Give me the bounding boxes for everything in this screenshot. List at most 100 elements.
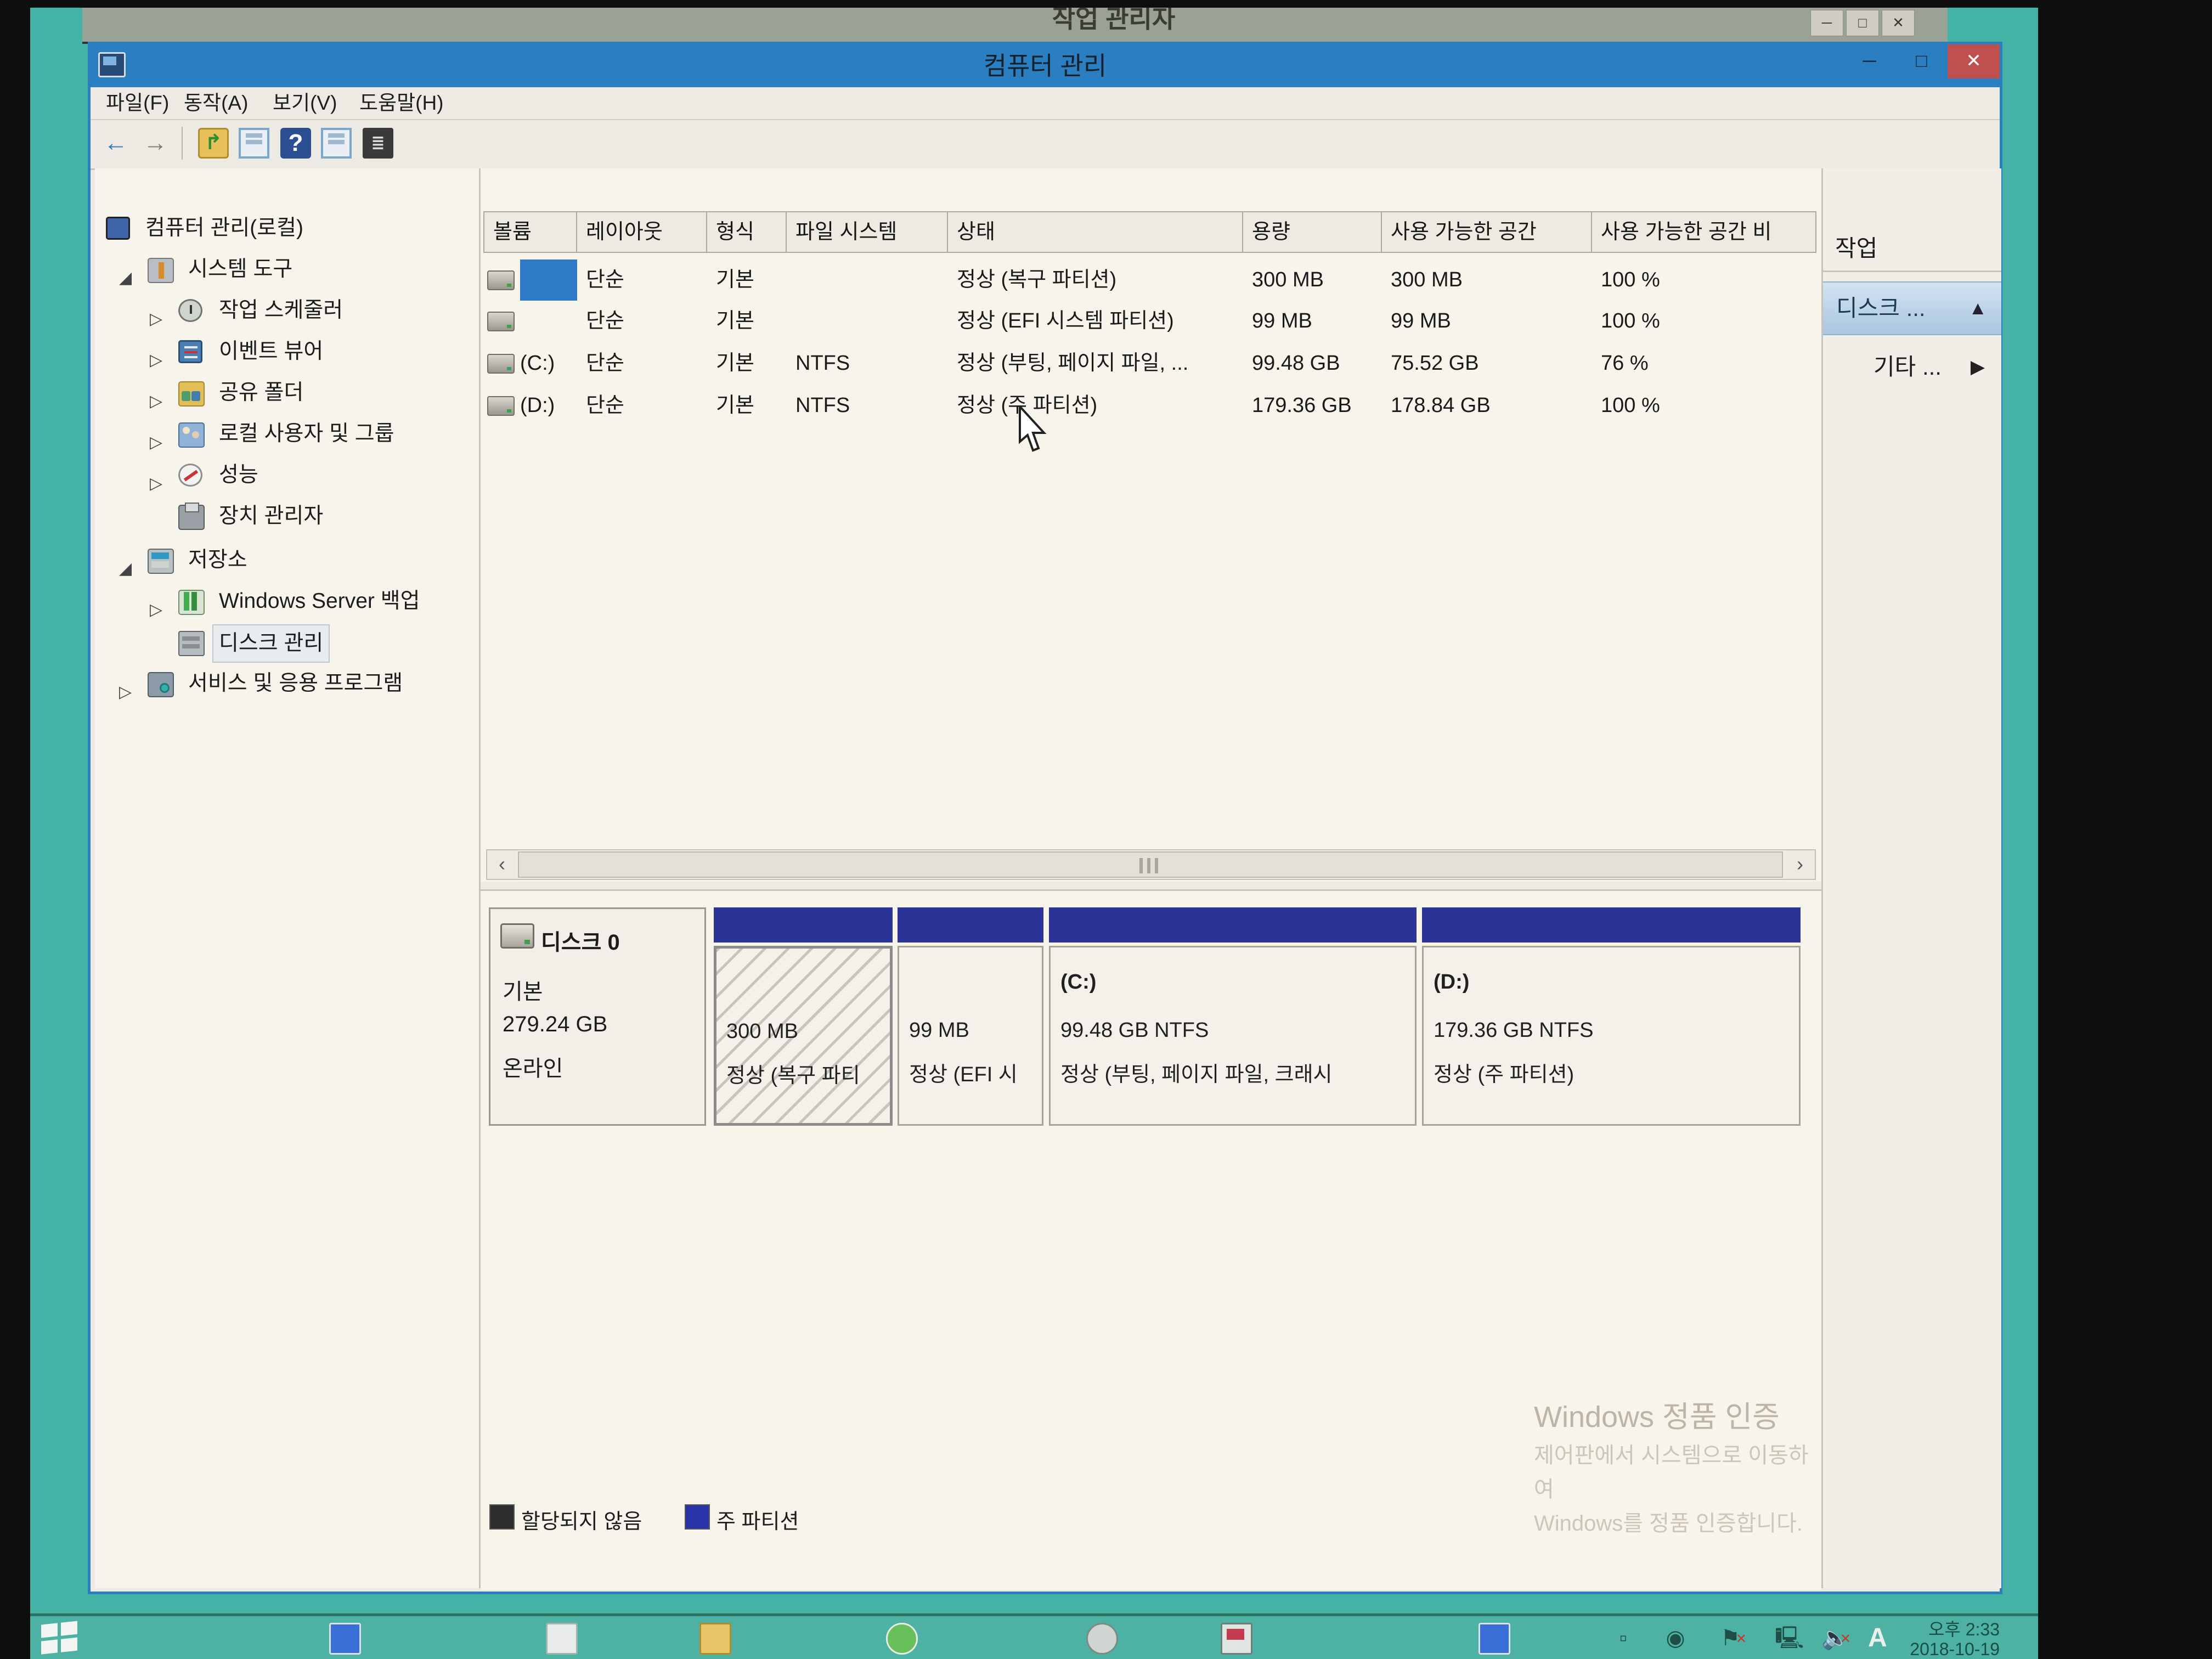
expander-icon[interactable]: ▷ bbox=[150, 466, 162, 502]
partition-body-selected[interactable]: 300 MB 정상 (복구 파티 bbox=[714, 946, 893, 1126]
disk-management-icon bbox=[178, 631, 205, 656]
col-filesystem[interactable]: 파일 시스템 bbox=[787, 211, 948, 253]
volume-muted-icon[interactable]: 🔈 bbox=[1821, 1625, 1848, 1651]
sidebar-item-storage[interactable]: ◢ 저장소 bbox=[95, 542, 479, 578]
taskbar-settings-app-icon[interactable] bbox=[1086, 1623, 1118, 1655]
bg-minimize-button[interactable]: ─ bbox=[1810, 10, 1843, 36]
volume-row-recovery[interactable]: 단순 기본 정상 (복구 파티션) 300 MB 300 MB 100 % bbox=[481, 259, 1819, 301]
volume-row-d[interactable]: (D:) 단순 기본 NTFS 정상 (주 파티션) 179.36 GB 178… bbox=[481, 385, 1819, 426]
partition-recovery[interactable]: 300 MB 정상 (복구 파티 bbox=[714, 907, 893, 1126]
console-tree-icon[interactable] bbox=[239, 128, 269, 159]
forward-icon[interactable]: → bbox=[140, 128, 171, 159]
scrollbar-thumb[interactable] bbox=[518, 851, 1783, 878]
sidebar-item-local-users-groups[interactable]: ▷ 로컬 사용자 및 그룹 bbox=[95, 416, 479, 452]
minimize-button[interactable]: ─ bbox=[1843, 44, 1895, 78]
sidebar-item-windows-server-backup[interactable]: ▷ Windows Server 백업 bbox=[95, 583, 479, 619]
export-list-icon[interactable]: ≣ bbox=[363, 128, 393, 159]
sidebar-item-task-scheduler[interactable]: ▷ 작업 스케줄러 bbox=[95, 292, 479, 329]
close-button[interactable]: ✕ bbox=[1948, 44, 2000, 78]
menu-view[interactable]: 보기(V) bbox=[267, 87, 342, 119]
menu-action[interactable]: 동작(A) bbox=[178, 87, 253, 119]
action-pane-icon[interactable] bbox=[321, 128, 352, 159]
sidebar-item-performance[interactable]: ▷ 성능 bbox=[95, 457, 479, 493]
col-layout[interactable]: 레이아웃 bbox=[577, 211, 707, 253]
expander-icon[interactable]: ▷ bbox=[150, 592, 162, 628]
maximize-button[interactable]: □ bbox=[1895, 44, 1948, 78]
expander-icon[interactable]: ◢ bbox=[119, 551, 132, 587]
col-capacity[interactable]: 용량 bbox=[1243, 211, 1382, 253]
cell-pct: 76 % bbox=[1601, 343, 1649, 384]
bg-close-button[interactable]: ✕ bbox=[1882, 10, 1915, 36]
tray-hidden-icons[interactable]: ▫ bbox=[1610, 1625, 1637, 1651]
sidebar-item-services-applications[interactable]: ▷ 서비스 및 응용 프로그램 bbox=[95, 665, 479, 702]
expander-icon[interactable]: ▷ bbox=[150, 425, 162, 461]
scroll-right-arrow[interactable]: › bbox=[1785, 850, 1815, 879]
col-type[interactable]: 형식 bbox=[707, 211, 787, 253]
taskbar-app-window-icon[interactable] bbox=[546, 1623, 578, 1655]
scroll-left-arrow[interactable]: ‹ bbox=[487, 850, 517, 879]
titlebar[interactable]: 컴퓨터 관리 ─ □ ✕ bbox=[91, 44, 2000, 87]
taskbar-monitor-app-icon[interactable] bbox=[1221, 1623, 1252, 1655]
tree-root-label: 컴퓨터 관리(로컬) bbox=[145, 210, 303, 246]
sidebar-item-event-viewer[interactable]: ▷ 이벤트 뷰어 bbox=[95, 334, 479, 370]
actions-group-disk[interactable]: 디스크 ... ▲ bbox=[1823, 281, 2001, 335]
tree-item-label: 장치 관리자 bbox=[219, 498, 323, 534]
start-button[interactable] bbox=[41, 1624, 81, 1655]
expander-icon[interactable]: ◢ bbox=[119, 260, 132, 296]
sidebar-item-system-tools[interactable]: ◢ 시스템 도구 bbox=[95, 251, 479, 287]
actions-item-more[interactable]: 기타 ... ▶ bbox=[1823, 344, 2001, 390]
help-icon[interactable]: ? bbox=[280, 128, 311, 159]
device-manager-icon bbox=[178, 505, 205, 530]
taskbar-clock[interactable]: 오후 2:33 2018-10-19 bbox=[1910, 1620, 2000, 1659]
clock-time: 오후 2:33 bbox=[1910, 1620, 2000, 1639]
tray-status-icon[interactable]: ◉ bbox=[1662, 1625, 1689, 1651]
sidebar-item-disk-management[interactable]: 디스크 관리 bbox=[95, 624, 479, 661]
disk0-info-box[interactable]: 디스크 0 기본 279.24 GB 온라인 bbox=[489, 907, 706, 1126]
bg-maximize-button[interactable]: □ bbox=[1846, 10, 1879, 36]
expander-icon[interactable]: ▷ bbox=[150, 301, 162, 337]
taskbar-file-explorer-icon[interactable] bbox=[699, 1623, 731, 1655]
storage-icon bbox=[148, 549, 174, 574]
partition-size: 99 MB bbox=[909, 1019, 969, 1042]
partition-body[interactable]: (C:) 99.48 GB NTFS 정상 (부팅, 페이지 파일, 크래시 bbox=[1049, 946, 1417, 1126]
taskbar-server-manager-icon[interactable] bbox=[329, 1623, 361, 1655]
sidebar-item-device-manager[interactable]: 장치 관리자 bbox=[95, 498, 479, 534]
collapse-arrow-icon[interactable]: ▲ bbox=[1968, 283, 1987, 334]
expander-icon[interactable]: ▷ bbox=[150, 383, 162, 420]
expander-icon[interactable]: ▷ bbox=[119, 674, 132, 710]
horizontal-scrollbar[interactable]: ‹ › bbox=[486, 849, 1816, 880]
network-icon[interactable]: 🖳 bbox=[1775, 1625, 1801, 1651]
submenu-arrow-icon[interactable]: ▶ bbox=[1971, 344, 1985, 390]
taskbar-app-icon[interactable] bbox=[1479, 1623, 1510, 1655]
legend-primary-label: 주 파티션 bbox=[716, 1504, 799, 1534]
export-folder-icon[interactable] bbox=[198, 128, 229, 159]
volume-row-efi[interactable]: 단순 기본 정상 (EFI 시스템 파티션) 99 MB 99 MB 100 % bbox=[481, 301, 1819, 342]
disk-drive-icon bbox=[500, 923, 534, 949]
legend-unallocated-swatch bbox=[489, 1504, 515, 1530]
partition-drive: (C:) bbox=[1060, 970, 1096, 994]
background-window-titlebar[interactable]: 작업 관리자 ─ □ ✕ bbox=[82, 8, 1948, 44]
col-status[interactable]: 상태 bbox=[948, 211, 1243, 253]
menu-file[interactable]: 파일(F) bbox=[100, 87, 174, 119]
partition-body[interactable]: 99 MB 정상 (EFI 시 bbox=[898, 946, 1043, 1126]
partition-c[interactable]: (C:) 99.48 GB NTFS 정상 (부팅, 페이지 파일, 크래시 bbox=[1049, 907, 1417, 1126]
cell-name[interactable] bbox=[520, 259, 577, 301]
col-volume[interactable]: 볼륨 bbox=[483, 211, 577, 253]
volume-row-c[interactable]: (C:) 단순 기본 NTFS 정상 (부팅, 페이지 파일, ... 99.4… bbox=[481, 343, 1819, 384]
action-center-flag-icon[interactable]: ⚑ bbox=[1717, 1625, 1743, 1651]
menu-help[interactable]: 도움말(H) bbox=[354, 87, 449, 119]
col-free-space[interactable]: 사용 가능한 공간 bbox=[1382, 211, 1592, 253]
back-icon[interactable]: ← bbox=[100, 128, 131, 159]
partition-efi[interactable]: 99 MB 정상 (EFI 시 bbox=[898, 907, 1043, 1126]
taskbar-green-app-icon[interactable] bbox=[886, 1623, 918, 1655]
window-title: 컴퓨터 관리 bbox=[91, 44, 2000, 87]
expander-icon[interactable]: ▷ bbox=[150, 342, 162, 379]
partition-d[interactable]: (D:) 179.36 GB NTFS 정상 (주 파티션) bbox=[1422, 907, 1801, 1126]
partition-body[interactable]: (D:) 179.36 GB NTFS 정상 (주 파티션) bbox=[1422, 946, 1801, 1126]
sidebar-item-shared-folders[interactable]: ▷ 공유 폴더 bbox=[95, 375, 479, 411]
tree-root-computer-management[interactable]: 컴퓨터 관리(로컬) bbox=[95, 210, 479, 246]
ime-indicator[interactable]: A bbox=[1868, 1623, 1887, 1653]
volume-icon bbox=[487, 396, 515, 416]
col-free-pct[interactable]: 사용 가능한 공간 비 bbox=[1592, 211, 1816, 253]
cell-fs: NTFS bbox=[795, 343, 850, 384]
